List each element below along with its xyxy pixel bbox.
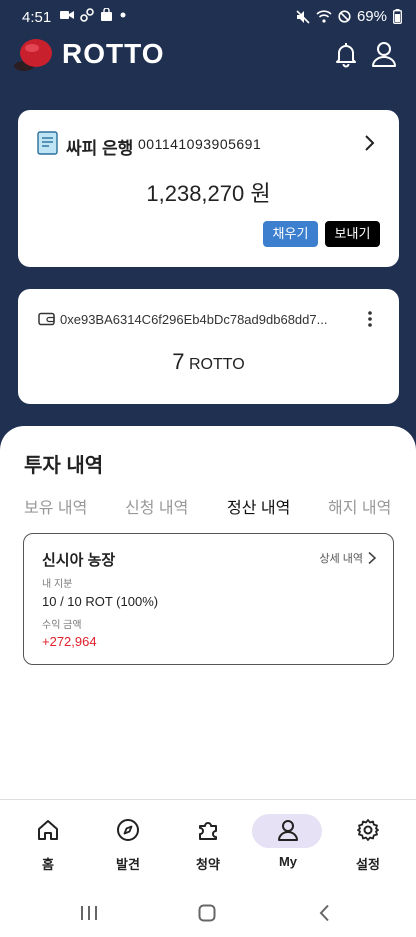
fill-button[interactable]: 채우기 [263,221,318,247]
wallet-balance: 7 ROTTO [18,349,399,375]
profile-icon[interactable] [370,40,398,68]
battery-icon [393,9,402,24]
nav-subscription[interactable]: 청약 [170,800,246,884]
status-bar: 4:51 69% [0,0,416,34]
tab-cancellations[interactable]: 해지 내역 [328,494,391,518]
section-title: 투자 내역 [24,455,104,477]
chevron-right-icon[interactable] [362,134,376,152]
investment-sheet: 투자 내역 보유 내역 신청 내역 정산 내역 해지 내역 신시아 농장 상세 … [0,426,416,799]
status-time: 4:51 [22,9,52,26]
puzzle-icon [199,822,217,840]
bank-name: 싸피 은행 [66,139,134,158]
nav-settings-label: 설정 [356,857,380,872]
share-label: 내 지분 [42,579,73,590]
status-left-icons [60,8,127,22]
compass-icon [117,819,139,841]
tab-applications[interactable]: 신청 내역 [125,494,188,518]
nav-home[interactable]: 홈 [10,800,86,884]
app-header: ROTTO [0,34,416,78]
logo-icon [14,39,52,71]
wallet-balance-unit: ROTTO [189,356,245,373]
more-vertical-icon[interactable] [367,310,373,328]
send-button[interactable]: 보내기 [325,221,380,247]
block-icon [338,10,351,23]
dot-icon [120,12,126,18]
user-icon [278,820,298,841]
home-icon [38,820,58,840]
account-number: 001141093905691 [138,136,262,152]
holding-card[interactable]: 신시아 농장 상세 내역 내 지분 10 / 10 ROT (100%) 수익 … [23,533,394,665]
nav-home-label: 홈 [42,857,54,872]
nav-discover[interactable]: 발견 [90,800,166,884]
profit-value: +272,964 [42,634,97,649]
status-right-icons: 69% [296,8,402,25]
bank-book-icon [37,131,58,155]
nav-discover-label: 발견 [116,857,140,872]
tab-settlements[interactable]: 정산 내역 [227,494,290,518]
nav-my-label: My [278,854,298,869]
bank-account-card[interactable]: 싸피 은행 001141093905691 1,238,270 원 채우기 보내… [18,110,399,267]
holding-name: 신시아 농장 [42,552,116,569]
back-icon[interactable] [318,904,330,922]
investment-tabs: 보유 내역 신청 내역 정산 내역 해지 내역 [0,494,416,518]
mute-icon [296,9,310,24]
wallet-balance-number: 7 [172,349,185,374]
system-nav-bar [0,883,416,937]
link-icon [80,8,94,22]
share-value: 10 / 10 ROT (100%) [42,594,159,609]
battery-percent: 69% [356,8,387,25]
home-button-icon[interactable] [198,904,216,922]
nav-subscription-label: 청약 [196,857,220,872]
shopping-bag-icon [101,8,112,21]
wallet-card[interactable]: 0xe93BA6314C6f296Eb4bDc78ad9db68dd7... 7… [18,289,399,404]
bottom-nav: 홈 발견 청약 My 설정 [0,799,416,884]
nav-my[interactable]: My [250,800,326,884]
nav-settings[interactable]: 설정 [330,800,406,884]
detail-link[interactable]: 상세 내역 [319,550,377,566]
gear-icon [357,819,379,841]
video-icon [60,11,74,19]
bank-balance: 1,238,270 원 [146,181,271,206]
profit-label: 수익 금액 [42,620,82,631]
chevron-right-icon [368,551,377,565]
wallet-address: 0xe93BA6314C6f296Eb4bDc78ad9db68dd7... [60,312,328,327]
wallet-icon [38,312,55,326]
brand-name: ROTTO [62,38,165,69]
tab-holdings[interactable]: 보유 내역 [24,494,87,518]
recent-apps-icon[interactable] [80,905,98,921]
wifi-icon [316,10,332,23]
detail-label: 상세 내역 [319,553,363,565]
bell-icon[interactable] [332,40,360,68]
